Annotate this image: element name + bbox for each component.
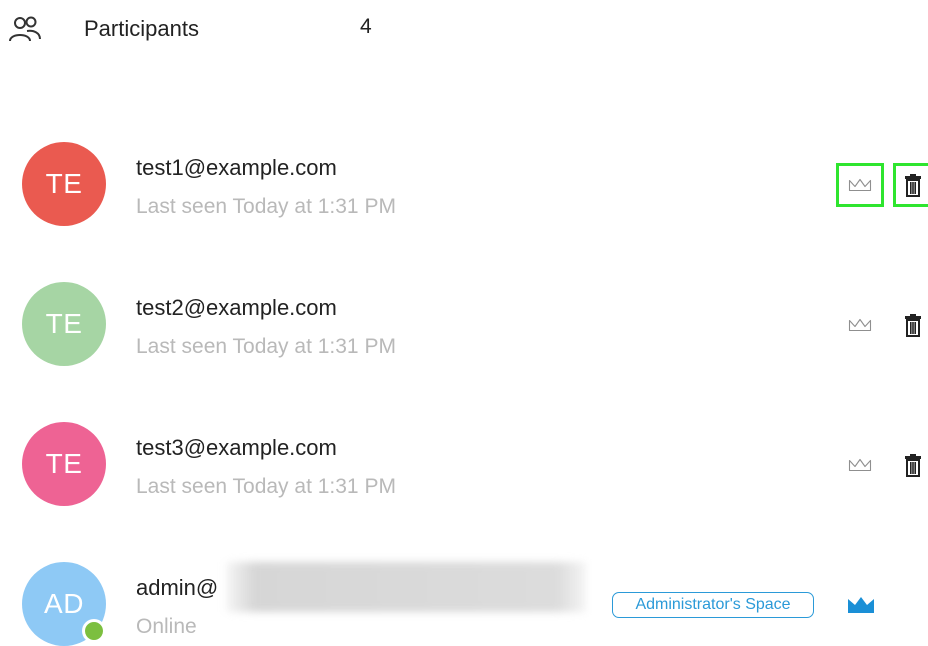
- administrators-space-badge: Administrator's Space: [612, 592, 814, 618]
- crown-filled-icon: [848, 597, 874, 613]
- participant-email: test2@example.com: [136, 295, 337, 320]
- avatar: TE: [22, 142, 106, 226]
- crown-icon: [848, 458, 872, 472]
- trash-icon: [905, 174, 921, 197]
- participant-status: Last seen Today at 1:31 PM: [136, 475, 396, 498]
- online-status-dot: [82, 619, 106, 643]
- make-admin-button[interactable]: [836, 303, 884, 347]
- make-admin-button[interactable]: [836, 443, 884, 487]
- remove-participant-button[interactable]: [893, 443, 928, 487]
- remove-participant-button[interactable]: [893, 303, 928, 347]
- avatar: TE: [22, 282, 106, 366]
- participant-row: TE test1@example.com Last seen Today at …: [0, 135, 928, 235]
- participant-status: Online: [136, 615, 197, 638]
- make-admin-button[interactable]: [836, 163, 884, 207]
- participant-row: TE test2@example.com Last seen Today at …: [0, 275, 928, 375]
- crown-icon: [848, 318, 872, 332]
- participant-status: Last seen Today at 1:31 PM: [136, 335, 396, 358]
- participant-email: test1@example.com: [136, 155, 337, 180]
- participants-title: Participants: [84, 16, 199, 41]
- participant-row: TE test3@example.com Last seen Today at …: [0, 415, 928, 515]
- crown-icon: [848, 178, 872, 192]
- people-icon: [9, 16, 41, 42]
- trash-icon: [905, 454, 921, 477]
- participant-status: Last seen Today at 1:31 PM: [136, 195, 396, 218]
- participant-email: admin@: [136, 575, 219, 600]
- participant-email: test3@example.com: [136, 435, 337, 460]
- trash-icon: [905, 314, 921, 337]
- participants-header: Participants 4: [0, 0, 928, 60]
- remove-participant-button[interactable]: [893, 163, 928, 207]
- participants-count: 4: [360, 15, 372, 38]
- avatar: TE: [22, 422, 106, 506]
- redacted-email-overlay: [226, 562, 586, 612]
